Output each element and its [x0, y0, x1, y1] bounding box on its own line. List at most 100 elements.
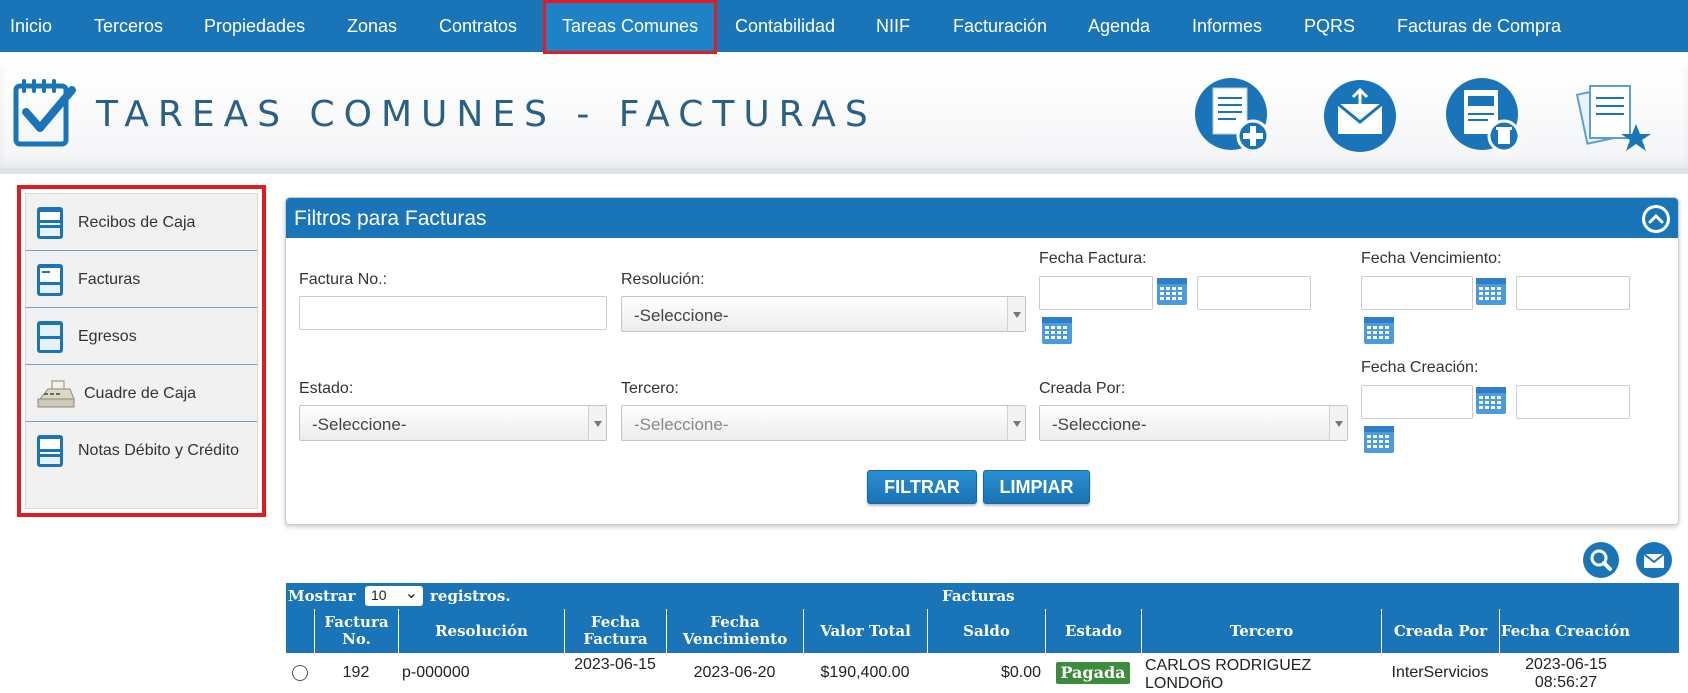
row-select-cell [286, 653, 314, 693]
fecha-creacion-label: Fecha Creación: [1361, 359, 1479, 376]
nav-informes[interactable]: Informes [1192, 0, 1262, 52]
table-header: Factura No. Resolución Fecha Factura Fec… [286, 609, 1679, 653]
sidebar-item-notas-debito-y-credito[interactable]: Notas Débito y Crédito [26, 422, 257, 479]
column-header[interactable]: Valor Total [803, 609, 927, 653]
nav-tareas-comunes[interactable]: Tareas Comunes [543, 0, 718, 54]
column-header[interactable]: Factura No. [314, 609, 398, 653]
nav-agenda[interactable]: Agenda [1088, 0, 1150, 52]
nav-facturas-de-compra[interactable]: Facturas de Compra [1397, 0, 1561, 52]
calendar-icon[interactable] [1041, 315, 1073, 345]
filter-panel-title: Filtros para Facturas [294, 207, 487, 230]
receipt-icon [36, 206, 64, 245]
sidebar-item-label: Recibos de Caja [78, 214, 196, 231]
tercero-select-value: -Seleccione- [634, 415, 729, 434]
filtrar-button[interactable]: FILTRAR [867, 470, 977, 504]
fecha-factura-cell: 2023-06-15 [574, 656, 656, 673]
nav-propiedades[interactable]: Propiedades [204, 0, 305, 52]
chevron-down-icon [1329, 406, 1347, 440]
search-icon[interactable] [1582, 541, 1620, 579]
valor-total-cell: $190,400.00 [820, 664, 910, 681]
sidebar-item-label: Facturas [78, 271, 141, 288]
table-title: Facturas [942, 587, 1015, 605]
filter-panel-header: Filtros para Facturas [286, 198, 1678, 238]
chevron-up-icon [1645, 208, 1667, 230]
mail-icon[interactable] [1635, 541, 1673, 579]
sidebar-item-facturas[interactable]: Facturas [26, 251, 257, 308]
top-navigation: Inicio Terceros Propiedades Zonas Contra… [0, 0, 1688, 54]
limpiar-button[interactable]: LIMPIAR [983, 470, 1090, 504]
factura-no-input[interactable] [299, 296, 607, 330]
resolucion-select-value: -Seleccione- [634, 306, 729, 325]
sidebar-item-label: Egresos [78, 328, 137, 345]
resolucion-cell: p-000000 [402, 664, 470, 681]
factura-no-label: Factura No.: [299, 271, 388, 288]
fecha-vencimiento-cell: 2023-06-20 [693, 664, 776, 681]
chevron-down-icon [1007, 406, 1025, 440]
nav-pqrs[interactable]: PQRS [1304, 0, 1355, 52]
fecha-creacion-hasta-input[interactable] [1516, 385, 1630, 419]
column-header[interactable]: Estado [1045, 609, 1141, 653]
send-mail-icon[interactable] [1320, 76, 1404, 160]
fecha-factura-desde-input[interactable] [1039, 276, 1153, 310]
nav-zonas[interactable]: Zonas [347, 0, 397, 52]
creada-por-cell: InterServicios [1391, 664, 1489, 681]
column-header[interactable]: Fecha Creación [1499, 609, 1631, 653]
table-row[interactable]: 192 p-000000 2023-06-15 2023-06-20 $190,… [286, 653, 1679, 693]
invoice-icon [36, 263, 64, 302]
calendar-icon[interactable] [1475, 276, 1507, 306]
sidebar-item-cuadre-de-caja[interactable]: Cuadre de Caja [26, 365, 257, 422]
calendar-icon[interactable] [1363, 315, 1395, 345]
column-header[interactable]: Resolución [398, 609, 564, 653]
table-toolbar: Mostrar 10 registros. Facturas [286, 583, 1679, 609]
tercero-label: Tercero: [621, 380, 679, 397]
calendar-icon[interactable] [1156, 276, 1188, 306]
column-header[interactable]: Saldo [927, 609, 1045, 653]
resolucion-label: Resolución: [621, 271, 705, 288]
nav-terceros[interactable]: Terceros [94, 0, 163, 52]
page-title: TAREAS COMUNES - FACTURAS [96, 94, 877, 135]
fecha-vencimiento-hasta-input[interactable] [1516, 276, 1630, 310]
calendar-icon[interactable] [1475, 385, 1507, 415]
nav-inicio[interactable]: Inicio [10, 0, 52, 52]
nav-facturacion[interactable]: Facturación [953, 0, 1047, 52]
calendar-icon[interactable] [1363, 424, 1395, 454]
registros-label: registros. [430, 587, 511, 605]
column-header[interactable]: Fecha Vencimiento [666, 609, 803, 653]
nav-niif[interactable]: NIIF [876, 0, 910, 52]
column-header[interactable]: Fecha Factura [564, 609, 666, 653]
page-size-select[interactable]: 10 [365, 583, 423, 606]
saldo-cell: $0.00 [1000, 664, 1041, 681]
sidebar-item-label: Cuadre de Caja [84, 385, 197, 402]
sidebar-item-recibos-de-caja[interactable]: Recibos de Caja [26, 194, 257, 251]
row-radio[interactable] [292, 665, 308, 681]
fecha-creacion-desde-input[interactable] [1361, 385, 1473, 419]
column-header[interactable]: Tercero [1141, 609, 1381, 653]
tercero-select[interactable]: -Seleccione- [621, 405, 1026, 441]
fecha-vencimiento-desde-input[interactable] [1361, 276, 1473, 310]
chevron-down-icon [1007, 297, 1025, 331]
page-header: TAREAS COMUNES - FACTURAS [0, 66, 1688, 174]
resolucion-select[interactable]: -Seleccione- [621, 296, 1026, 332]
chevron-down-icon [588, 406, 606, 440]
estado-select[interactable]: -Seleccione- [299, 405, 607, 441]
sidebar-item-label: Notas Débito y Crédito [78, 442, 239, 459]
new-invoice-icon[interactable] [1193, 76, 1277, 160]
fecha-factura-hasta-input[interactable] [1197, 276, 1311, 310]
delete-invoice-icon[interactable] [1444, 76, 1528, 160]
fecha-vencimiento-label: Fecha Vencimiento: [1361, 250, 1502, 267]
nav-contabilidad[interactable]: Contabilidad [735, 0, 835, 52]
notes-icon [36, 434, 64, 473]
estado-cell: Pagada [1045, 653, 1141, 693]
tercero-cell: CARLOS RODRIGUEZ LONDOñO [1145, 657, 1312, 692]
favorite-documents-icon[interactable] [1574, 76, 1658, 160]
sidebar-item-egresos[interactable]: Egresos [26, 308, 257, 365]
creada-por-select-value: -Seleccione- [1052, 415, 1147, 434]
column-header[interactable]: Creada Por [1381, 609, 1499, 653]
checklist-icon [12, 76, 76, 153]
creada-por-label: Creada Por: [1039, 380, 1126, 397]
creada-por-select[interactable]: -Seleccione- [1039, 405, 1348, 441]
nav-contratos[interactable]: Contratos [439, 0, 517, 52]
collapse-button[interactable] [1642, 205, 1670, 233]
status-badge: Pagada [1056, 662, 1130, 684]
factura-no-cell: 192 [342, 664, 370, 681]
